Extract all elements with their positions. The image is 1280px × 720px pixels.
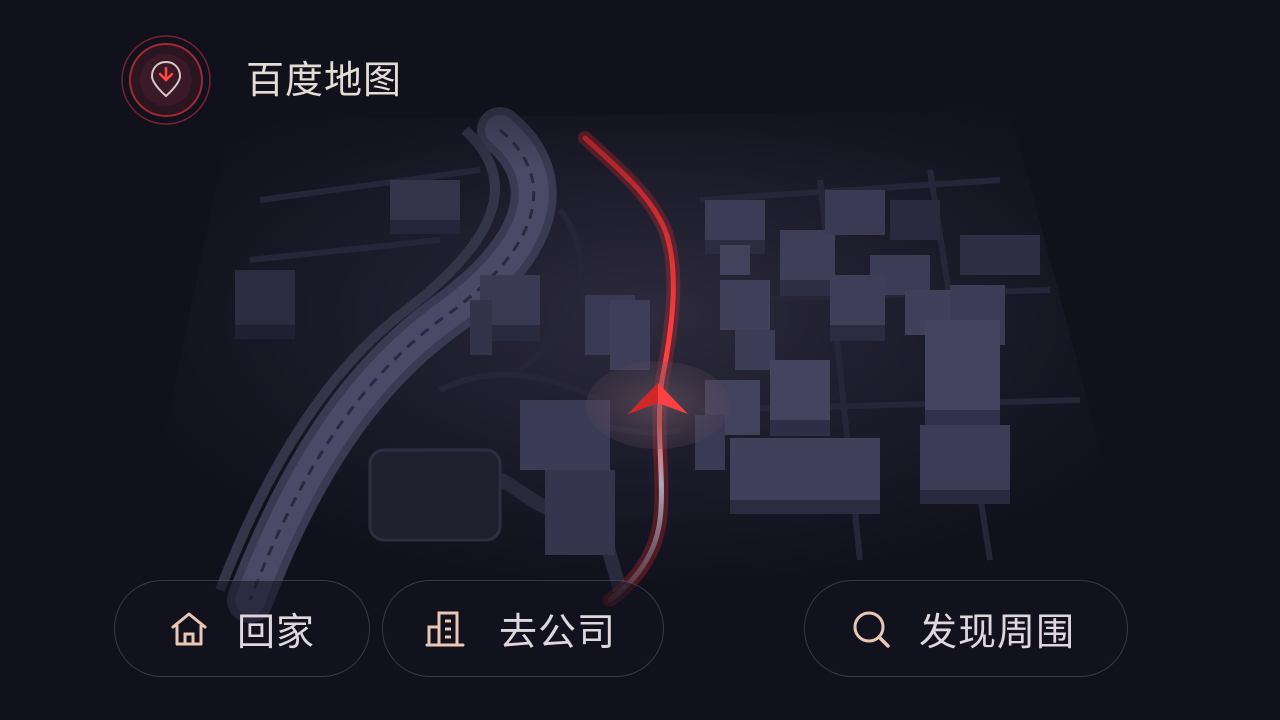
go-home-label: 回家 bbox=[237, 610, 316, 654]
office-building-icon bbox=[425, 611, 465, 646]
discover-nearby-label: 发现周围 bbox=[919, 610, 1076, 654]
go-to-work-label: 去公司 bbox=[499, 610, 617, 654]
search-icon bbox=[853, 611, 890, 648]
go-to-work-button[interactable]: 去公司 bbox=[382, 580, 664, 677]
home-icon bbox=[171, 612, 207, 645]
discover-nearby-button[interactable]: 发现周围 bbox=[804, 580, 1128, 677]
go-home-button[interactable]: 回家 bbox=[114, 580, 370, 677]
location-puck bbox=[586, 361, 730, 449]
app-title: 百度地图 bbox=[246, 58, 403, 102]
map-pin-icon[interactable] bbox=[120, 34, 212, 126]
